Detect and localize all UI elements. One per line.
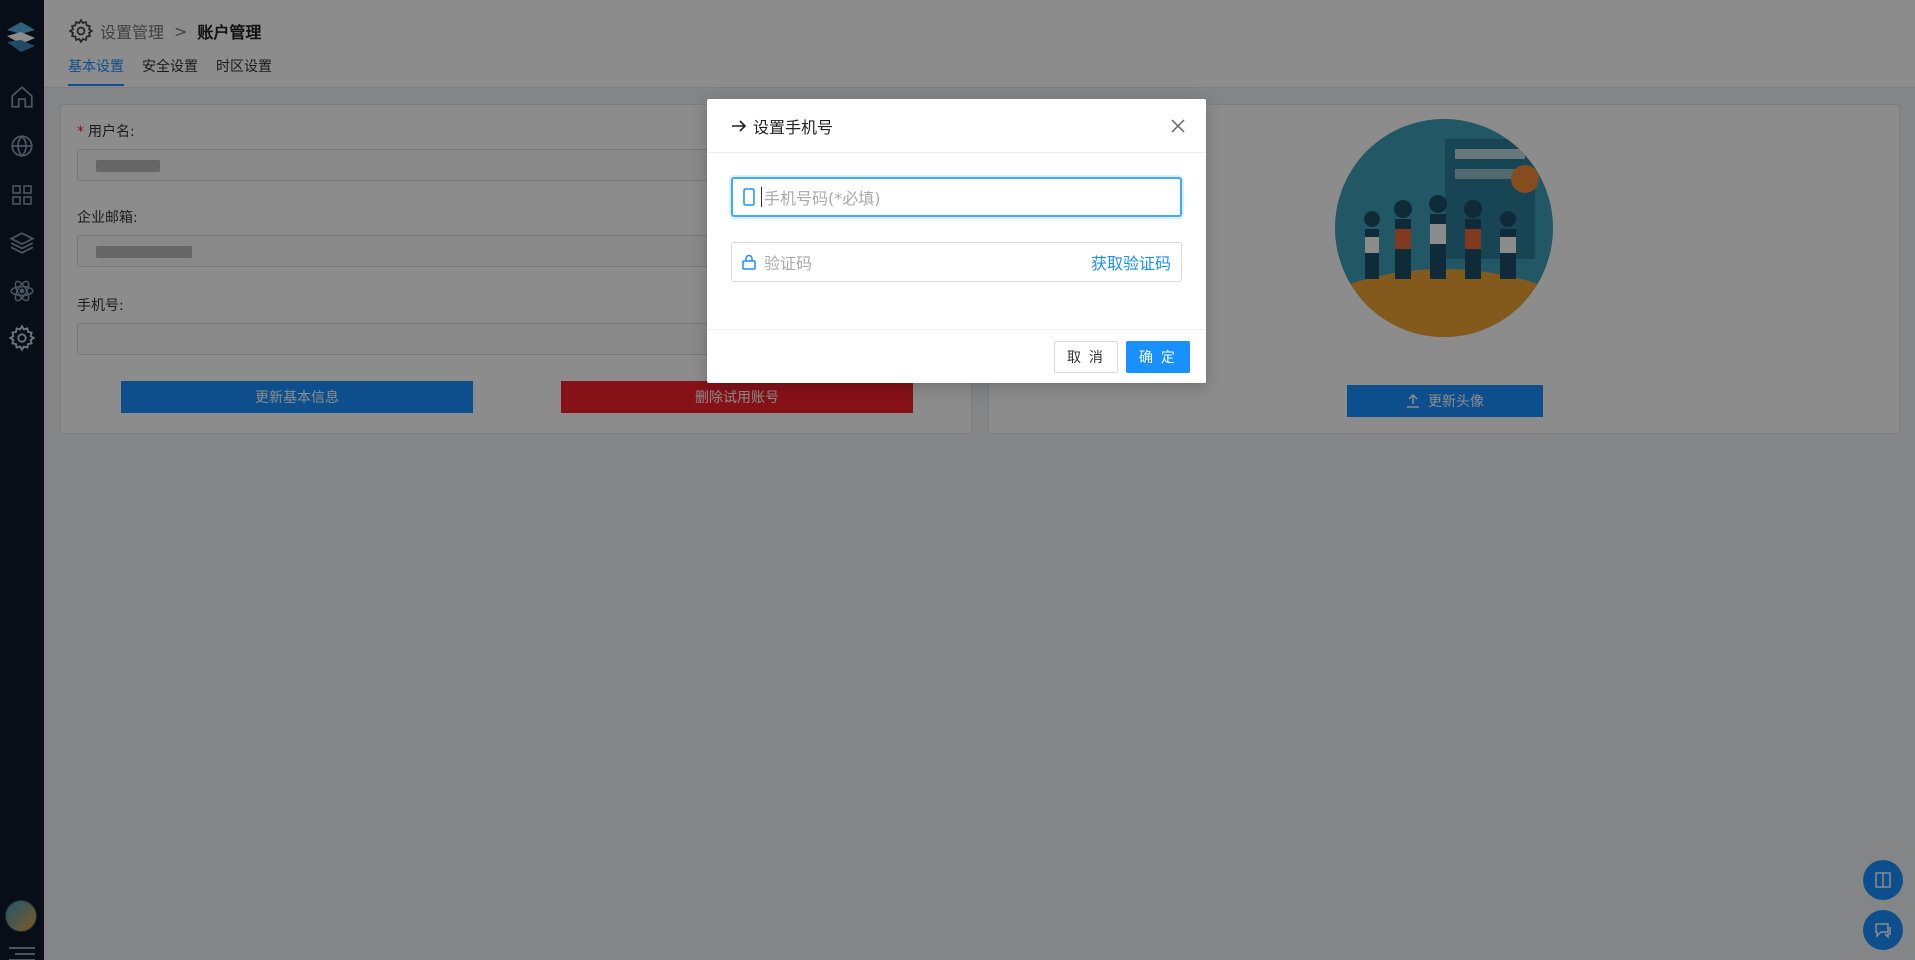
confirm-button[interactable]: 确 定	[1126, 341, 1190, 373]
modal-footer: 取 消 确 定	[707, 329, 1206, 383]
phone-number-input[interactable]: 手机号码(*必填)	[731, 177, 1182, 217]
verification-code-input[interactable]: 验证码 获取验证码	[731, 242, 1182, 282]
set-phone-modal: 设置手机号 手机号码(*必填) 验证码 获取验证码 取 消 确 定	[707, 99, 1206, 383]
phone-icon	[743, 188, 755, 206]
modal-title: 设置手机号	[753, 117, 834, 137]
text-caret	[761, 187, 762, 207]
cancel-button[interactable]: 取 消	[1054, 341, 1118, 373]
verification-code-placeholder: 验证码	[764, 254, 813, 273]
phone-number-placeholder: 手机号码(*必填)	[764, 189, 881, 208]
get-code-link[interactable]: 获取验证码	[1091, 250, 1171, 274]
arrow-right-icon	[732, 119, 747, 132]
lock-icon	[742, 254, 756, 270]
close-icon[interactable]	[1168, 116, 1188, 136]
modal-header: 设置手机号	[707, 99, 1206, 153]
